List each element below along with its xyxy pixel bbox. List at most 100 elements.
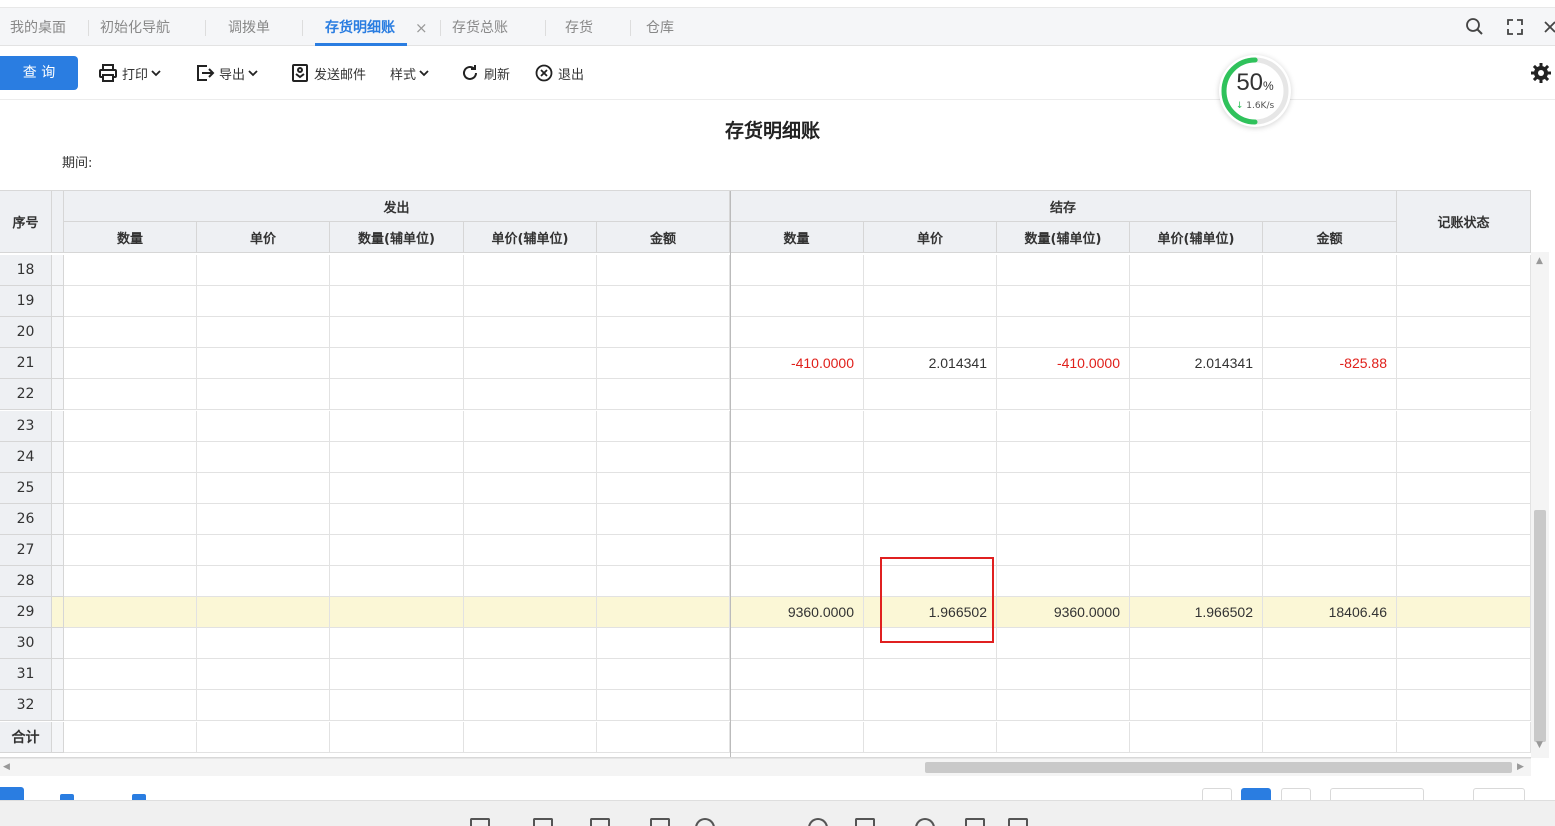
- rotate-icon[interactable]: [590, 818, 610, 826]
- table-cell[interactable]: [197, 472, 330, 504]
- table-cell[interactable]: [64, 566, 197, 598]
- page-size-select[interactable]: [1330, 788, 1424, 800]
- table-cell[interactable]: [1263, 255, 1397, 287]
- table-cell[interactable]: [197, 690, 330, 722]
- table-cell[interactable]: [330, 410, 464, 442]
- table-cell[interactable]: [1130, 286, 1263, 318]
- table-cell[interactable]: [997, 690, 1130, 722]
- edit-icon[interactable]: [965, 818, 985, 826]
- fit-width-icon[interactable]: [533, 818, 553, 826]
- page-1-button[interactable]: [1241, 788, 1271, 800]
- tab-warehouse[interactable]: 仓库: [646, 8, 674, 46]
- table-cell[interactable]: [1130, 566, 1263, 598]
- table-cell[interactable]: [1263, 659, 1397, 691]
- table-cell[interactable]: [1397, 597, 1531, 629]
- table-cell[interactable]: [1397, 348, 1531, 380]
- table-cell[interactable]: [330, 534, 464, 566]
- table-cell[interactable]: [464, 255, 597, 287]
- scroll-up-icon[interactable]: ▲: [1536, 256, 1543, 266]
- query-button[interactable]: 查 询: [0, 56, 78, 90]
- table-cell[interactable]: [64, 441, 197, 473]
- table-cell[interactable]: [464, 628, 597, 660]
- table-cell[interactable]: [730, 566, 864, 598]
- table-cell[interactable]: [64, 659, 197, 691]
- tab-transfer-order[interactable]: 调拨单: [228, 8, 270, 46]
- table-cell[interactable]: [730, 286, 864, 318]
- scroll-down-icon[interactable]: ▼: [1536, 740, 1543, 750]
- table-cell[interactable]: [1263, 472, 1397, 504]
- table-cell[interactable]: [464, 503, 597, 535]
- table-cell[interactable]: [1263, 410, 1397, 442]
- table-cell[interactable]: [197, 503, 330, 535]
- table-cell[interactable]: [1397, 441, 1531, 473]
- table-cell[interactable]: [1130, 410, 1263, 442]
- tab-inventory-detail-ledger[interactable]: 存货明细账: [315, 8, 407, 46]
- table-cell[interactable]: [197, 441, 330, 473]
- table-cell[interactable]: [597, 597, 730, 629]
- table-cell[interactable]: [997, 503, 1130, 535]
- table-cell[interactable]: [197, 379, 330, 411]
- fit-page-icon[interactable]: [650, 818, 670, 826]
- table-cell[interactable]: [1263, 286, 1397, 318]
- table-cell[interactable]: [464, 690, 597, 722]
- table-cell[interactable]: [464, 534, 597, 566]
- table-cell[interactable]: [597, 690, 730, 722]
- table-cell[interactable]: [197, 410, 330, 442]
- table-cell[interactable]: [997, 441, 1130, 473]
- zoom-out-icon[interactable]: [695, 818, 715, 826]
- table-cell[interactable]: [1397, 503, 1531, 535]
- table-cell[interactable]: 9360.0000: [730, 597, 864, 629]
- table-cell[interactable]: [1130, 690, 1263, 722]
- table-cell[interactable]: -825.88: [1263, 348, 1397, 380]
- send-email-button[interactable]: 发送邮件: [290, 46, 366, 100]
- table-cell[interactable]: [864, 659, 997, 691]
- image-icon[interactable]: [855, 818, 875, 826]
- table-cell[interactable]: [864, 690, 997, 722]
- table-cell[interactable]: [64, 597, 197, 629]
- print-button[interactable]: 打印: [98, 46, 165, 100]
- table-cell[interactable]: [1130, 503, 1263, 535]
- tab-close-icon[interactable]: ×: [415, 8, 428, 46]
- table-cell[interactable]: [64, 503, 197, 535]
- table-cell[interactable]: [597, 503, 730, 535]
- export-button[interactable]: 导出: [195, 46, 262, 100]
- table-cell[interactable]: [597, 348, 730, 380]
- table-cell[interactable]: [464, 286, 597, 318]
- horizontal-scrollbar[interactable]: ◀ ▶: [0, 758, 1531, 776]
- table-cell[interactable]: [1397, 472, 1531, 504]
- table-cell[interactable]: [1263, 534, 1397, 566]
- table-cell[interactable]: [864, 255, 997, 287]
- table-cell[interactable]: [597, 721, 730, 753]
- prev-page-button[interactable]: [1202, 788, 1232, 800]
- table-cell[interactable]: [1130, 659, 1263, 691]
- table-cell[interactable]: [64, 690, 197, 722]
- tab-inventory-general-ledger[interactable]: 存货总账: [452, 8, 508, 46]
- table-cell[interactable]: [1397, 317, 1531, 349]
- table-cell[interactable]: [864, 286, 997, 318]
- table-cell[interactable]: [997, 628, 1130, 660]
- table-cell[interactable]: [330, 659, 464, 691]
- table-cell[interactable]: [464, 348, 597, 380]
- table-cell[interactable]: [464, 472, 597, 504]
- crop-icon[interactable]: [1008, 818, 1028, 826]
- table-cell[interactable]: [1397, 690, 1531, 722]
- jump-page-input[interactable]: [1473, 788, 1525, 800]
- table-cell[interactable]: [864, 721, 997, 753]
- table-cell[interactable]: [997, 566, 1130, 598]
- table-cell[interactable]: [1263, 566, 1397, 598]
- table-cell[interactable]: [597, 659, 730, 691]
- table-cell[interactable]: [64, 348, 197, 380]
- table-cell[interactable]: [330, 441, 464, 473]
- table-cell[interactable]: [330, 690, 464, 722]
- table-cell[interactable]: [1397, 659, 1531, 691]
- table-cell[interactable]: [1130, 628, 1263, 660]
- table-cell[interactable]: [730, 379, 864, 411]
- table-cell[interactable]: [197, 597, 330, 629]
- table-cell[interactable]: [197, 255, 330, 287]
- search-icon[interactable]: [1465, 17, 1485, 37]
- search-icon[interactable]: [915, 818, 935, 826]
- table-cell[interactable]: [197, 628, 330, 660]
- table-cell[interactable]: [1263, 628, 1397, 660]
- table-cell[interactable]: [1397, 566, 1531, 598]
- scroll-left-icon[interactable]: ◀: [3, 762, 10, 772]
